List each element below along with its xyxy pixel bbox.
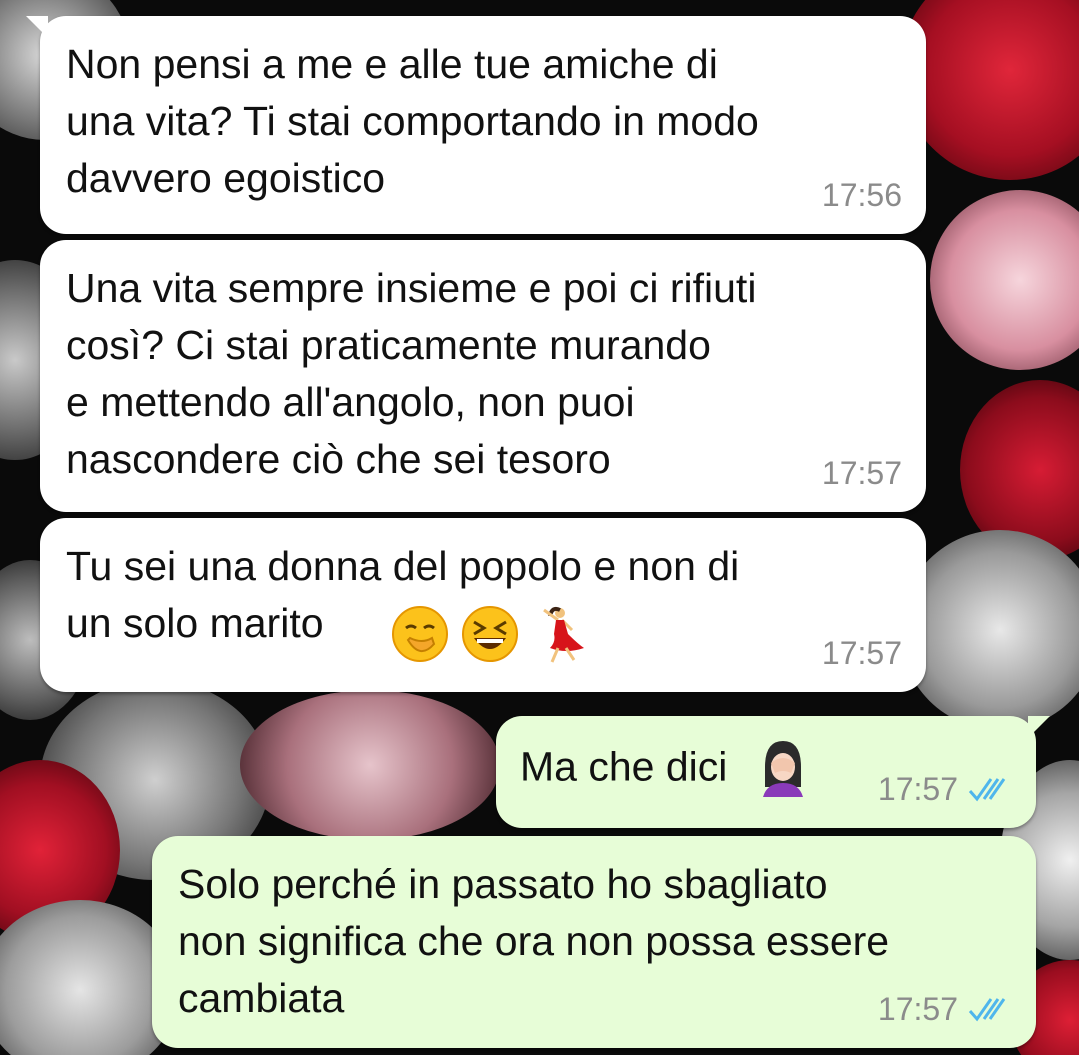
message-time: 17:57 [877,771,958,807]
message-text: Ma che dici [520,743,728,790]
message-meta: 17:57 [822,625,902,682]
message-text: Una vita sempre insieme e poi ci rifiuti… [66,265,757,482]
woman-facepalming-icon [762,741,803,798]
outgoing-message[interactable]: Ma che dici 17:57 [496,716,1050,828]
wallpaper-flower [900,530,1079,730]
message-meta: 17:57 [822,445,902,502]
message-meta: 17:57 [878,981,1012,1038]
message-time: 17:56 [821,177,902,213]
incoming-message[interactable]: Non pensi a me e alle tue amiche di una … [26,16,926,234]
emoji-row [386,604,590,664]
bubble-tail [1028,716,1050,738]
outgoing-message[interactable]: Solo perché in passato ho sbagliato non … [152,836,1036,1048]
grinning-squinting-face-icon [462,606,518,662]
bubble-tail [26,16,48,38]
wallpaper-flower [900,0,1079,180]
incoming-message[interactable]: Tu sei una donna del popolo e non di un … [40,518,926,692]
wallpaper-flower [930,190,1079,370]
message-time: 17:57 [877,991,958,1027]
incoming-message[interactable]: Una vita sempre insieme e poi ci rifiuti… [40,240,926,512]
message-meta: 17:57 [878,761,1012,818]
message-text: Non pensi a me e alle tue amiche di una … [66,41,759,201]
double-check-read-icon [968,997,1006,1021]
face-with-hand-over-mouth-icon [392,606,448,662]
message-time: 17:57 [821,455,902,491]
woman-dancing-icon [543,606,584,663]
message-meta: 17:56 [822,167,902,224]
message-time: 17:57 [821,635,902,671]
wallpaper-flower [240,690,500,840]
double-check-read-icon [968,777,1006,801]
